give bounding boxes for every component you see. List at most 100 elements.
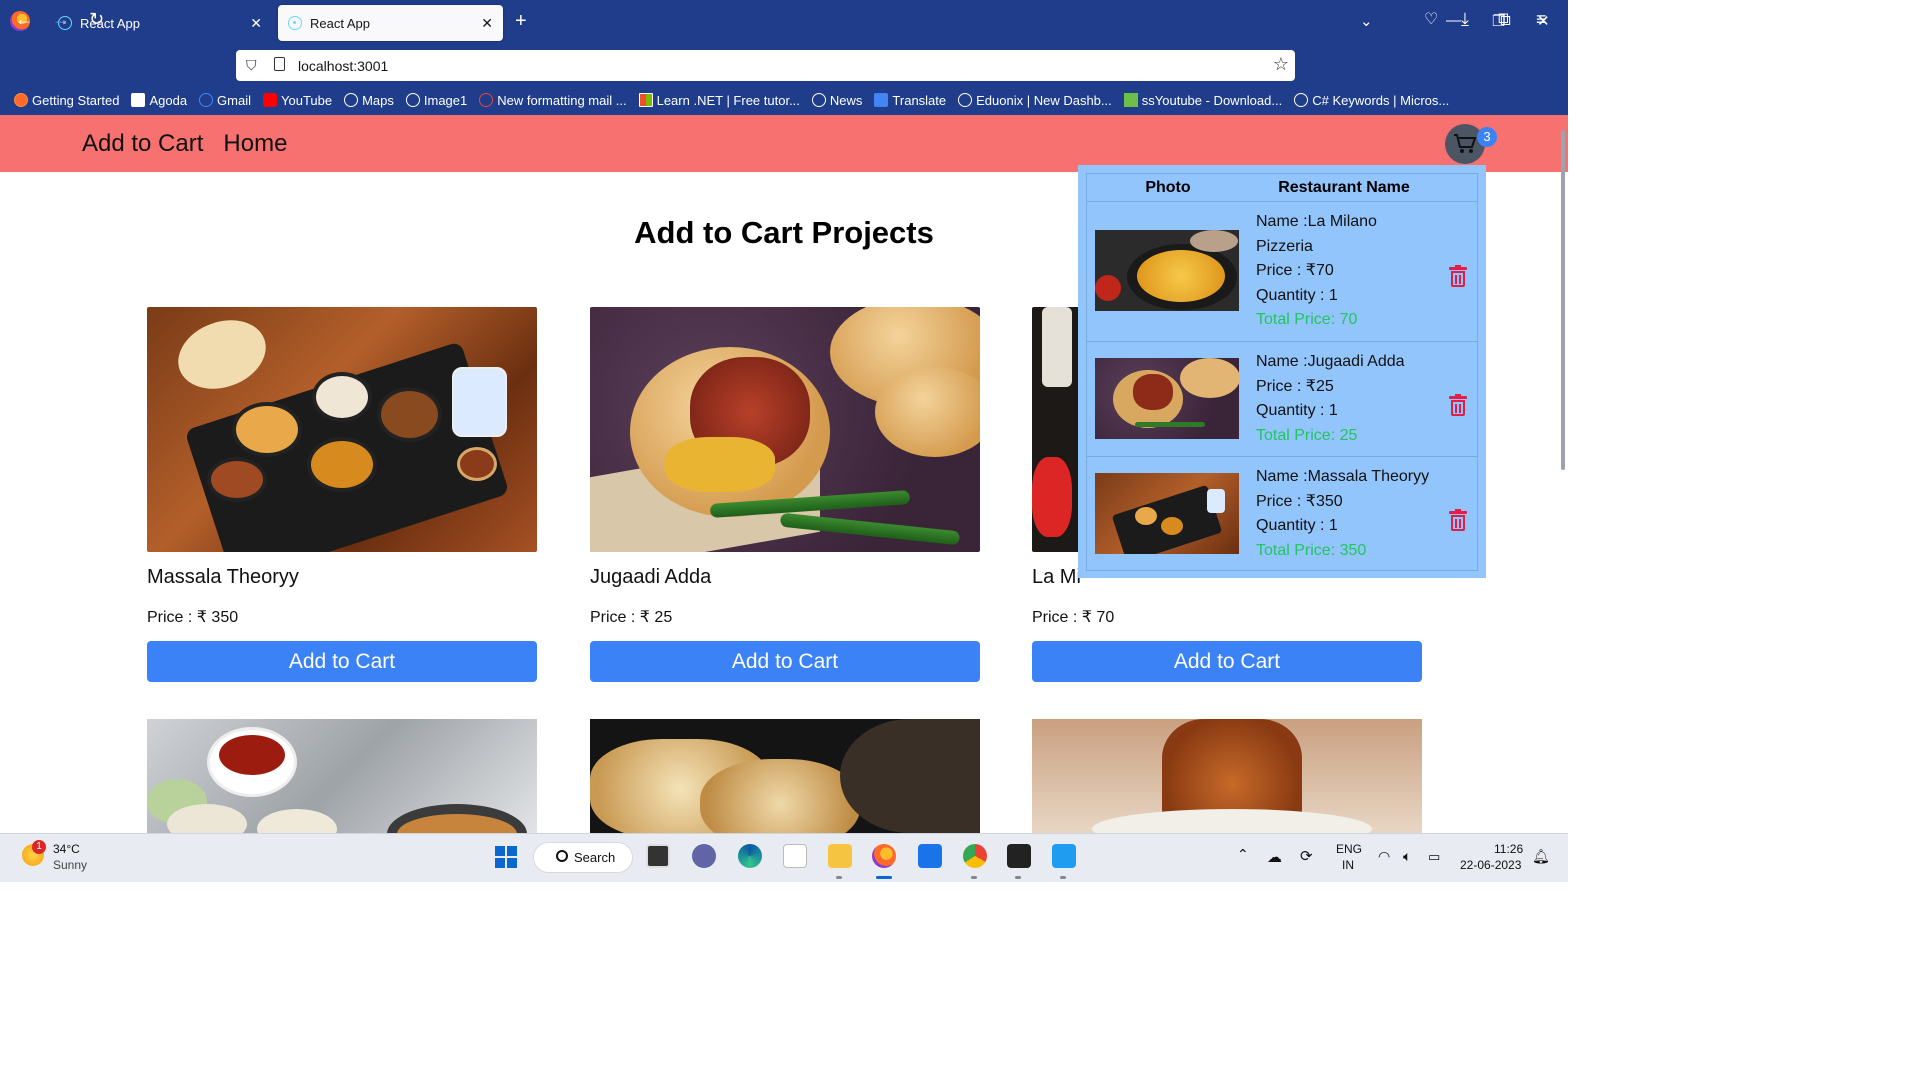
- add-to-cart-button[interactable]: Add to Cart: [147, 641, 537, 682]
- search-icon: [556, 850, 568, 862]
- cart-item-total: Total Price: 350: [1256, 541, 1367, 559]
- cart-item-info: Name :La Milano Pizzeria Price : ₹70 Qua…: [1256, 210, 1377, 333]
- windows-start-icon[interactable]: [495, 846, 517, 868]
- tab-list-chevron-icon[interactable]: ⌄: [1360, 12, 1373, 30]
- add-to-cart-button[interactable]: Add to Cart: [1032, 641, 1422, 682]
- bookmark-star-icon[interactable]: ☆: [1273, 54, 1289, 75]
- cart-row: Name :Jugaadi Adda Price : ₹25 Quantity …: [1087, 342, 1477, 457]
- weather-condition[interactable]: Sunny: [53, 858, 87, 872]
- bookmark-agoda[interactable]: Agoda: [131, 93, 187, 108]
- cart-row: Name :La Milano Pizzeria Price : ₹70 Qua…: [1087, 202, 1477, 342]
- bookmark-news[interactable]: News: [811, 93, 862, 108]
- product-card: Jugaadi Adda Price : ₹ 25 Add to Cart: [590, 307, 980, 682]
- menu-icon[interactable]: ≡: [1536, 9, 1547, 30]
- lang-primary[interactable]: ENG: [1336, 842, 1362, 856]
- bookmark-eduonix[interactable]: Eduonix | New Dashb...: [958, 93, 1112, 108]
- wifi-icon[interactable]: ◠: [1378, 848, 1390, 865]
- url-bar[interactable]: ⛉ localhost:3001 ☆: [236, 50, 1295, 81]
- tab-react-app-2[interactable]: React App ✕: [278, 5, 503, 41]
- photo-header: Photo: [1145, 178, 1191, 196]
- trash-icon[interactable]: [1449, 265, 1467, 287]
- product-image-roll: [1032, 719, 1422, 833]
- bookmark-learn-dotnet[interactable]: Learn .NET | Free tutor...: [638, 93, 800, 108]
- cart-item-photo: [1095, 358, 1239, 439]
- product-price: Price : ₹ 70: [1032, 609, 1115, 626]
- bookmark-new-formatting-mail[interactable]: New formatting mail ...: [479, 93, 627, 108]
- cart-item-name-cont: Pizzeria: [1256, 237, 1313, 255]
- url-text[interactable]: localhost:3001: [298, 58, 388, 74]
- app-nav: Add to Cart Home: [82, 130, 287, 158]
- cart-table-header: Photo Restaurant Name: [1087, 174, 1477, 202]
- chrome-icon[interactable]: [963, 844, 987, 868]
- brand-link[interactable]: Add to Cart: [82, 130, 203, 158]
- cart-icon: [1454, 134, 1477, 153]
- bookmark-image1[interactable]: Image1: [405, 93, 467, 108]
- react-icon: [288, 16, 302, 30]
- bookmark-maps[interactable]: Maps: [344, 93, 394, 108]
- cart-item-info: Name :Jugaadi Adda Price : ₹25 Quantity …: [1256, 350, 1405, 448]
- bookmark-youtube[interactable]: YouTube: [263, 93, 332, 108]
- new-tab-icon[interactable]: +: [515, 10, 527, 33]
- bookmark-getting-started[interactable]: Getting Started: [14, 93, 119, 108]
- product-name: Massala Theoryy: [147, 566, 299, 588]
- firefox-taskbar-icon[interactable]: [872, 844, 896, 868]
- cart-item-photo: [1095, 230, 1239, 311]
- weather-temp[interactable]: 34°C: [53, 842, 80, 856]
- page-scrollbar[interactable]: [1561, 130, 1565, 470]
- back-icon[interactable]: ←: [15, 9, 33, 30]
- onedrive-icon[interactable]: ☁: [1267, 848, 1282, 866]
- download-icon[interactable]: ⤓: [1461, 9, 1469, 30]
- pocket-icon[interactable]: ♡: [1424, 9, 1438, 29]
- file-explorer-icon[interactable]: [828, 844, 852, 868]
- lang-secondary[interactable]: IN: [1342, 858, 1354, 872]
- trash-icon[interactable]: [1449, 394, 1467, 416]
- tray-overflow-chevron-icon[interactable]: ⌃: [1237, 846, 1249, 863]
- product-image-naan: [590, 719, 980, 833]
- running-indicator: [1060, 876, 1066, 879]
- tab-react-app-1[interactable]: React App ✕: [48, 5, 272, 41]
- cart-item-quantity: Quantity : 1: [1256, 286, 1338, 304]
- volume-icon[interactable]: 🔈︎: [1403, 848, 1411, 865]
- cart-item-price: Price : ₹350: [1256, 492, 1343, 510]
- vscode-icon[interactable]: [1052, 844, 1076, 868]
- trash-icon[interactable]: [1449, 509, 1467, 531]
- tab-label: React App: [310, 15, 370, 31]
- cart-table: Photo Restaurant Name Name :La Milano Pi…: [1086, 173, 1478, 571]
- extensions-icon[interactable]: ⧉: [1498, 9, 1511, 30]
- bookmark-csharp-keywords[interactable]: C# Keywords | Micros...: [1294, 93, 1449, 108]
- cart-count-badge: 3: [1477, 127, 1497, 147]
- notifications-bell-icon[interactable]: 🔔︎: [1532, 848, 1550, 865]
- restaurant-name-header: Restaurant Name: [1278, 178, 1410, 196]
- home-link[interactable]: Home: [223, 130, 287, 158]
- task-view-icon[interactable]: [646, 844, 670, 868]
- battery-icon[interactable]: ▭: [1428, 849, 1440, 865]
- bookmarks-bar: Getting Started Agoda Gmail YouTube Maps…: [0, 85, 1568, 115]
- cart-item-name: Name :La Milano: [1256, 213, 1377, 230]
- amazon-icon[interactable]: [783, 844, 807, 868]
- mail-icon[interactable]: [918, 844, 942, 868]
- active-indicator: [876, 876, 892, 879]
- close-tab-icon[interactable]: ✕: [481, 15, 493, 32]
- shield-icon[interactable]: ⛉: [246, 57, 257, 74]
- page-icon: [274, 57, 285, 71]
- bookmark-translate[interactable]: Translate: [874, 93, 946, 108]
- reload-icon[interactable]: ↻: [89, 9, 104, 30]
- clock-date[interactable]: 22-06-2023: [1460, 858, 1521, 872]
- teams-chat-icon[interactable]: [692, 844, 716, 868]
- bookmark-gmail[interactable]: Gmail: [199, 93, 251, 108]
- edge-icon[interactable]: [738, 844, 762, 868]
- close-tab-icon[interactable]: ✕: [250, 15, 262, 32]
- add-to-cart-button[interactable]: Add to Cart: [590, 641, 980, 682]
- cart-item-total: Total Price: 25: [1256, 426, 1358, 444]
- bookmarks-overflow-icon[interactable]: »: [1896, 88, 1906, 109]
- cart-item-quantity: Quantity : 1: [1256, 402, 1338, 419]
- forward-icon[interactable]: →: [52, 9, 70, 30]
- clock-time[interactable]: 11:26: [1494, 842, 1523, 856]
- sync-icon[interactable]: ⟳: [1300, 847, 1313, 865]
- taskbar-search[interactable]: Search: [533, 842, 633, 873]
- cart-row: Name :Massala Theoryy Price : ₹350 Quant…: [1087, 457, 1477, 571]
- minimize-icon[interactable]: —: [1446, 12, 1461, 29]
- bookmark-ssyoutube[interactable]: ssYoutube - Download...: [1123, 93, 1282, 108]
- terminal-icon[interactable]: [1007, 844, 1031, 868]
- running-indicator: [836, 876, 842, 879]
